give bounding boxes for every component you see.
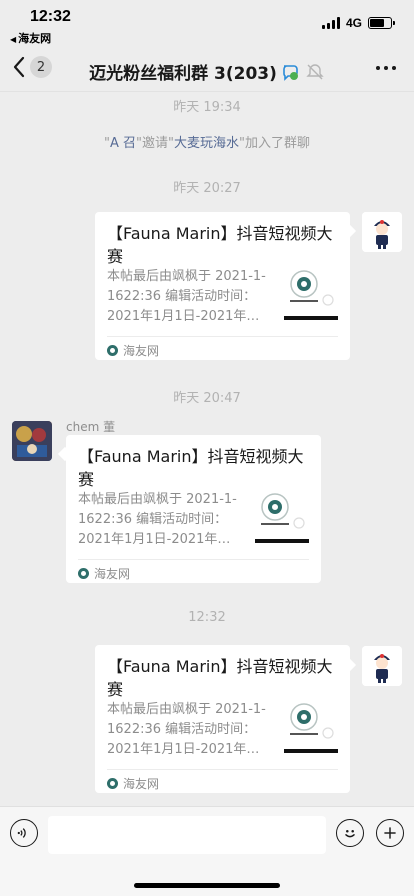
link-card-title: 【Fauna Marin】抖音短视频大赛 (107, 224, 333, 266)
link-card-message[interactable]: 【Fauna Marin】抖音短视频大赛 本帖最后由飒枫于 2021-1-162… (95, 645, 350, 793)
sender-name: chem 董 (66, 420, 116, 434)
link-card-title: 【Fauna Marin】抖音短视频大赛 (107, 657, 333, 699)
card-divider (107, 336, 338, 337)
network-type: 4G (345, 16, 362, 30)
mute-bell-icon (306, 63, 324, 79)
photo-avatar-icon (12, 421, 52, 461)
dot-icon (376, 66, 380, 70)
sender-avatar[interactable] (12, 421, 52, 461)
link-card-source: 海友网 (107, 342, 159, 359)
card-divider (107, 769, 338, 770)
cartoon-avatar-icon (362, 212, 402, 252)
status-bar: 12:32 ◀ 海友网 4G (0, 0, 414, 48)
message-timestamp: 昨天 20:47 (173, 391, 241, 406)
status-time: 12:32 (30, 8, 71, 25)
signal-icon (321, 17, 340, 29)
link-card-title: 【Fauna Marin】抖音短视频大赛 (78, 447, 304, 489)
haiyou-logo-icon (107, 345, 118, 356)
dot-icon (392, 66, 396, 70)
source-name: 海友网 (123, 344, 160, 358)
message-timestamp: 12:32 (188, 610, 226, 625)
inviter-name-link[interactable]: A 召 (110, 136, 136, 151)
source-name: 海友网 (123, 777, 160, 791)
chat-title-wrap: 迈光粉丝福利群 3(203) (0, 59, 414, 84)
qr-thumbnail-icon (255, 489, 309, 543)
dot-icon (384, 66, 388, 70)
invitee-name-link[interactable]: 大麦玩海水 (174, 136, 239, 151)
system-message: "A 召"邀请"大麦玩海水"加入了群聊 (0, 132, 414, 151)
voice-input-button[interactable] (10, 819, 38, 847)
plus-icon (384, 827, 396, 839)
link-card-source: 海友网 (78, 565, 130, 582)
back-triangle-icon: ◀ (10, 35, 17, 44)
haiyou-logo-icon (78, 568, 89, 579)
battery-icon (368, 17, 395, 29)
link-card-message[interactable]: 【Fauna Marin】抖音短视频大赛 本帖最后由飒枫于 2021-1-162… (66, 435, 321, 583)
haiyou-logo-icon (107, 778, 118, 789)
return-to-app-link[interactable]: ◀ 海友网 (10, 30, 51, 46)
message-timestamp: 昨天 20:27 (173, 181, 241, 196)
link-card-description: 本帖最后由飒枫于 2021-1-1622:36 编辑活动时间：2021年1月1日… (78, 492, 237, 547)
cartoon-avatar-icon (362, 646, 402, 686)
smiley-icon (345, 829, 355, 838)
link-card-description: 本帖最后由飒枫于 2021-1-1622:36 编辑活动时间：2021年1月1日… (107, 702, 266, 757)
message-text-input[interactable] (48, 816, 326, 854)
return-app-label: 海友网 (18, 32, 52, 45)
my-avatar[interactable] (362, 212, 402, 252)
more-options-button[interactable] (376, 66, 396, 70)
more-functions-button[interactable] (376, 819, 404, 847)
link-card-message[interactable]: 【Fauna Marin】抖音短视频大赛 本帖最后由飒枫于 2021-1-162… (95, 212, 350, 360)
system-text: "邀请" (136, 136, 174, 151)
my-avatar[interactable] (362, 646, 402, 686)
voice-icon (17, 828, 26, 838)
system-text: "加入了群聊 (239, 136, 310, 151)
link-card-description: 本帖最后由飒枫于 2021-1-1622:36 编辑活动时间：2021年1月1日… (107, 269, 266, 324)
qr-thumbnail-icon (284, 266, 338, 320)
battery-level (370, 19, 384, 27)
emoji-button[interactable] (336, 819, 364, 847)
group-chat-icon (283, 64, 298, 81)
card-divider (78, 559, 309, 560)
status-indicators: 4G (321, 16, 395, 30)
chat-header: 2 迈光粉丝福利群 3(203) (0, 48, 414, 92)
message-timestamp: 昨天 19:34 (173, 100, 241, 115)
link-card-source: 海友网 (107, 775, 159, 792)
home-indicator (134, 883, 280, 888)
qr-thumbnail-icon (284, 699, 338, 753)
source-name: 海友网 (94, 567, 131, 581)
chat-title: 迈光粉丝福利群 3(203) (89, 64, 277, 84)
